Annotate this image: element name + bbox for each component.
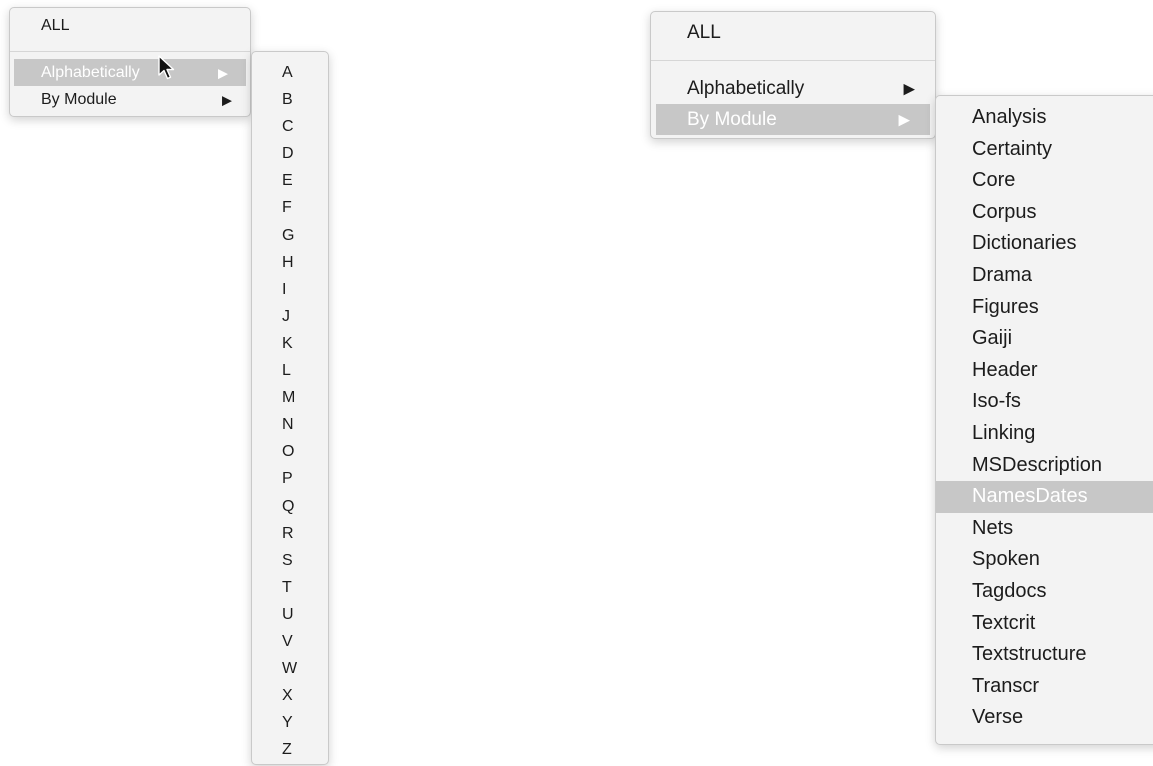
- menu-item-alphabetically-label: Alphabetically: [41, 64, 140, 81]
- letter-submenu-item[interactable]: Y: [252, 709, 328, 736]
- screenshot-stage: ALL Alphabetically ▶ By Module ▶ ABCDEFG…: [0, 0, 1153, 766]
- module-submenu-item[interactable]: Drama: [936, 260, 1153, 292]
- menu-separator: [10, 51, 250, 52]
- module-submenu-item[interactable]: Iso-fs: [936, 386, 1153, 418]
- letter-submenu-item[interactable]: F: [252, 194, 328, 221]
- modules-submenu: Analysis Certainty Core Corpus Dictionaries D…: [935, 95, 1153, 745]
- menu-item-alphabetically[interactable]: Alphabetically ▶: [651, 73, 935, 104]
- module-submenu-item[interactable]: Verse: [936, 702, 1153, 734]
- module-submenu-item[interactable]: Transcr: [936, 671, 1153, 703]
- menu-item-by-module[interactable]: By Module ▶: [656, 104, 930, 135]
- module-submenu-item[interactable]: Dictionaries: [936, 228, 1153, 260]
- letter-submenu-item[interactable]: H: [252, 249, 328, 276]
- letter-submenu-item[interactable]: O: [252, 438, 328, 465]
- module-submenu-item[interactable]: Nets: [936, 513, 1153, 545]
- menu-item-alphabetically-label: Alphabetically: [687, 78, 805, 99]
- module-submenu-item[interactable]: NamesDates: [936, 481, 1153, 513]
- module-submenu-item[interactable]: Core: [936, 165, 1153, 197]
- letter-submenu-item[interactable]: V: [252, 628, 328, 655]
- letter-submenu-item[interactable]: D: [252, 140, 328, 167]
- menu-item-alphabetically[interactable]: Alphabetically ▶: [14, 59, 246, 86]
- menu-item-all[interactable]: ALL: [651, 17, 935, 48]
- module-submenu-item[interactable]: Figures: [936, 292, 1153, 324]
- letter-submenu-item[interactable]: X: [252, 682, 328, 709]
- letter-submenu-item[interactable]: N: [252, 411, 328, 438]
- letter-submenu-item[interactable]: L: [252, 357, 328, 384]
- module-submenu-item[interactable]: Tagdocs: [936, 576, 1153, 608]
- triangle-right-icon: ▶: [222, 92, 232, 107]
- letter-submenu-item[interactable]: B: [252, 86, 328, 113]
- letter-submenu-item[interactable]: Z: [252, 736, 328, 763]
- module-submenu-item[interactable]: Analysis: [936, 102, 1153, 134]
- letter-submenu-item[interactable]: A: [252, 59, 328, 86]
- module-submenu-item[interactable]: Gaiji: [936, 323, 1153, 355]
- letter-submenu-item[interactable]: K: [252, 330, 328, 357]
- triangle-right-icon: ▶: [218, 65, 228, 80]
- menu-item-by-module-label: By Module: [687, 109, 777, 130]
- letter-submenu-item[interactable]: T: [252, 574, 328, 601]
- filter-menu-module-open: ALL Alphabetically ▶ By Module ▶: [650, 11, 936, 139]
- mouse-pointer-icon: [158, 55, 175, 80]
- menu-separator: [651, 60, 935, 61]
- menu-item-by-module-label: By Module: [41, 91, 117, 108]
- menu-item-by-module[interactable]: By Module ▶: [10, 86, 250, 113]
- letter-submenu-item[interactable]: W: [252, 655, 328, 682]
- letter-submenu-item[interactable]: U: [252, 601, 328, 628]
- menu-item-all[interactable]: ALL: [10, 12, 250, 39]
- module-submenu-item[interactable]: Textstructure: [936, 639, 1153, 671]
- module-submenu-item[interactable]: MSDescription: [936, 450, 1153, 482]
- letter-submenu-item[interactable]: S: [252, 547, 328, 574]
- letter-submenu-item[interactable]: M: [252, 384, 328, 411]
- module-submenu-item[interactable]: Textcrit: [936, 608, 1153, 640]
- letter-submenu-item[interactable]: J: [252, 303, 328, 330]
- letter-submenu-item[interactable]: R: [252, 520, 328, 547]
- letters-submenu: ABCDEFGHIJKLMNOPQRSTUVWXYZ: [251, 51, 329, 765]
- module-submenu-item[interactable]: Linking: [936, 418, 1153, 450]
- module-submenu-item[interactable]: Corpus: [936, 197, 1153, 229]
- letter-submenu-item[interactable]: E: [252, 167, 328, 194]
- triangle-right-icon: ▶: [903, 80, 915, 97]
- module-submenu-item[interactable]: Spoken: [936, 544, 1153, 576]
- letter-submenu-item[interactable]: C: [252, 113, 328, 140]
- module-submenu-item[interactable]: Header: [936, 355, 1153, 387]
- letter-submenu-item[interactable]: I: [252, 276, 328, 303]
- triangle-right-icon: ▶: [898, 111, 910, 128]
- filter-menu-alphabetical-open: ALL Alphabetically ▶ By Module ▶: [9, 7, 251, 117]
- letter-submenu-item[interactable]: P: [252, 465, 328, 492]
- module-submenu-item[interactable]: Certainty: [936, 134, 1153, 166]
- letter-submenu-item[interactable]: Q: [252, 493, 328, 520]
- letter-submenu-item[interactable]: G: [252, 222, 328, 249]
